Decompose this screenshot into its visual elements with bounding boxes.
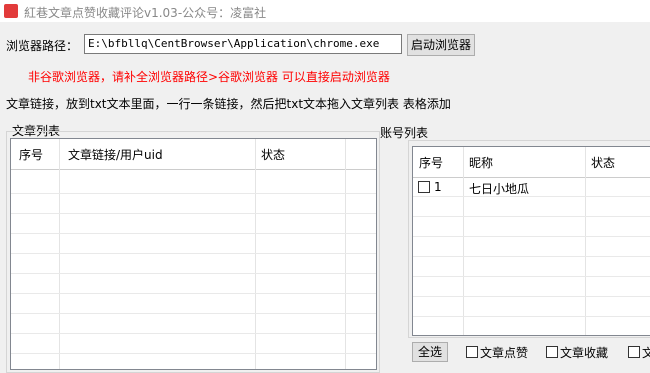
article-col-divider [345,139,346,369]
account-row-line [413,216,650,217]
account-row-index: 1 [434,180,442,194]
article-row-line [11,353,376,354]
like-checkbox[interactable] [466,346,478,358]
article-row-line [11,313,376,314]
like-label[interactable]: 文章点赞 [480,344,528,361]
account-col-index[interactable]: 序号 [419,154,443,171]
table-row[interactable]: 1 七日小地瓜 [413,178,650,196]
browser-path-label: 浏览器路径： [6,39,79,53]
account-row-line [413,276,650,277]
favorite-checkbox[interactable] [546,346,558,358]
account-row-line [413,236,650,237]
account-col-status[interactable]: 状态 [591,154,615,171]
article-row-line [11,213,376,214]
account-row-line [413,256,650,257]
account-col-nickname[interactable]: 昵称 [469,154,493,171]
article-row-line [11,293,376,294]
launch-browser-button[interactable]: 启动浏览器 [407,34,475,56]
article-row-line [11,273,376,274]
article-table-header: 序号 文章链接/用户uid 状态 [11,139,376,170]
select-all-button[interactable]: 全选 [412,342,448,362]
favorite-label[interactable]: 文章收藏 [560,344,608,361]
article-col-index[interactable]: 序号 [19,146,43,163]
article-col-link[interactable]: 文章链接/用户uid [68,146,163,163]
article-col-divider [59,139,60,369]
article-row-line [11,333,376,334]
title-bar: 紅巷文章点赞收藏评论v1.03-公众号：凌富社 [0,0,650,22]
comment-checkbox[interactable] [628,346,640,358]
browser-warning: 非谷歌浏览器，请补全浏览器路径>谷歌浏览器 可以直接启动浏览器 [28,70,390,84]
account-table-header: 序号 昵称 状态 [413,147,650,178]
account-row-line [413,296,650,297]
account-list-title: 账号列表 [380,126,429,140]
article-row-line [11,193,376,194]
account-col-divider [585,147,586,335]
browser-path-input[interactable]: E:\bfbllq\CentBrowser\Application\chrome… [84,34,402,54]
article-col-divider [255,139,256,369]
instructions-text: 文章链接，放到txt文本里面，一行一条链接，然后把txt文本拖入文章列表 表格添… [6,97,451,111]
app-icon [4,4,18,18]
account-col-divider [463,147,464,335]
account-row-line [413,316,650,317]
row-checkbox[interactable] [418,181,430,193]
comment-label[interactable]: 文 [642,344,650,361]
article-table[interactable]: 序号 文章链接/用户uid 状态 [10,138,377,370]
article-row-line [11,233,376,234]
account-row-line [413,196,650,197]
account-row-nickname: 七日小地瓜 [469,182,530,196]
article-col-status[interactable]: 状态 [261,146,285,163]
window-title: 紅巷文章点赞收藏评论v1.03-公众号：凌富社 [24,6,267,20]
article-row-line [11,253,376,254]
account-table[interactable]: 序号 昵称 状态 1 七日小地瓜 [412,146,650,336]
